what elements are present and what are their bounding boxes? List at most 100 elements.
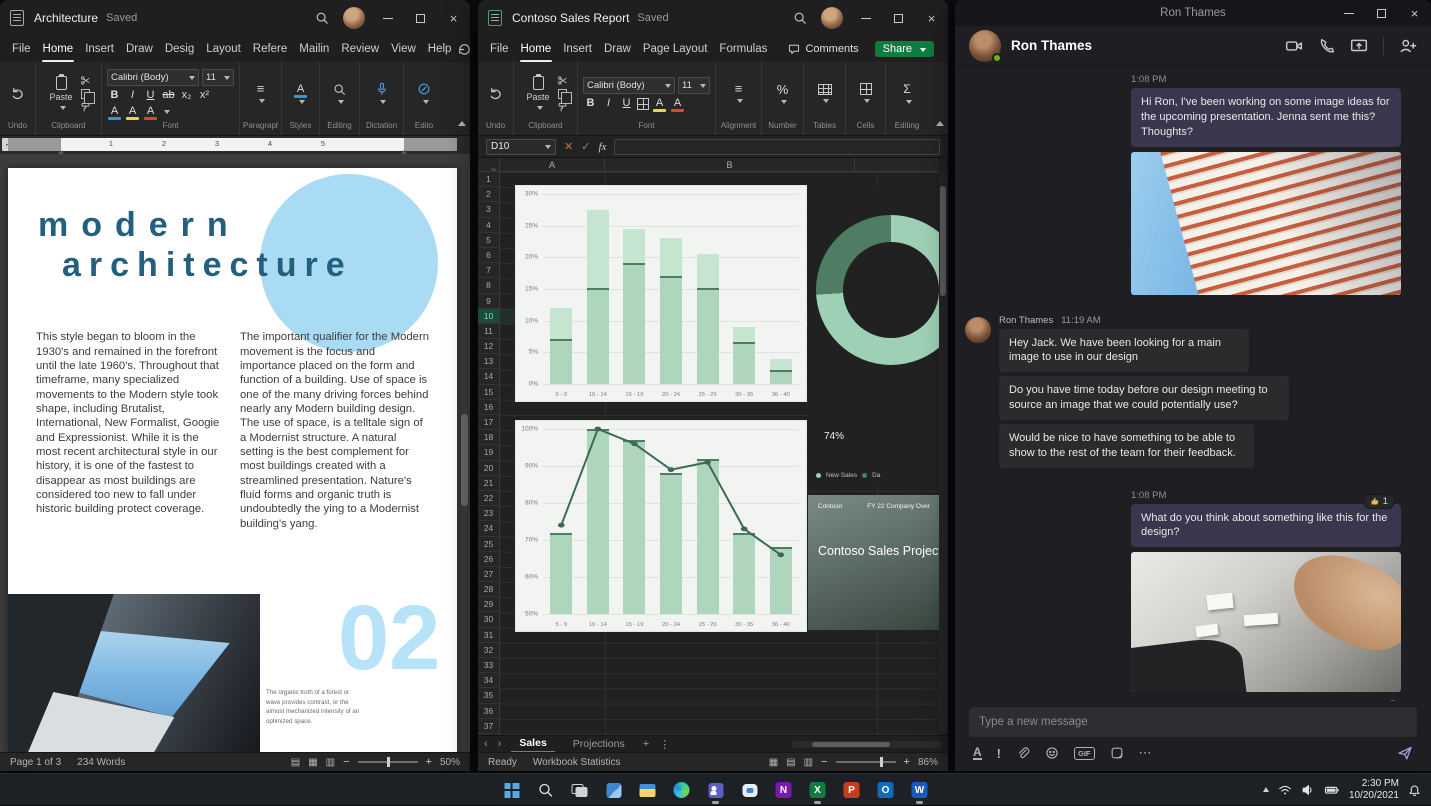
sheet-prev-icon[interactable]: ‹ [484,738,488,750]
cells-button[interactable] [851,83,881,104]
row-header[interactable]: 23 [478,506,499,521]
onenote-button[interactable]: N [770,777,797,804]
menu-tab-view[interactable]: View [385,36,422,62]
sender-avatar[interactable] [965,317,991,343]
close-button[interactable]: × [1398,0,1431,26]
row-header[interactable]: 24 [478,521,499,536]
copy-icon[interactable] [81,89,90,99]
row-header[interactable]: 9 [478,294,499,309]
architecture-photo[interactable] [8,594,260,752]
row-header[interactable]: 19 [478,445,499,460]
excel-horizontal-scrollbar[interactable] [792,741,942,748]
menu-tab-home[interactable]: Home [515,36,558,62]
avatar[interactable] [343,7,365,29]
row-header[interactable]: 30 [478,612,499,627]
row-header[interactable]: 31 [478,628,499,643]
share-button[interactable]: Share [875,41,934,57]
row-header[interactable]: 3 [478,202,499,217]
word-count[interactable]: 234 Words [77,757,125,768]
zoom-slider[interactable] [836,761,896,763]
row-header[interactable]: 6 [478,248,499,263]
menu-tab-file[interactable]: File [484,36,515,62]
send-icon[interactable] [1397,745,1413,761]
font-size-select[interactable]: 11 [678,77,710,94]
menu-tab-draw[interactable]: Draw [598,36,637,62]
menu-tab-formulas[interactable]: Formulas [713,36,773,62]
search-button[interactable] [532,777,559,804]
subscript-button[interactable]: x₂ [179,89,194,102]
minimize-button[interactable] [849,0,882,36]
message-bubble[interactable]: Do you have time today before our design… [999,376,1289,420]
zoom-slider[interactable] [358,761,418,763]
row-header[interactable]: 20 [478,461,499,476]
borders-icon[interactable] [637,98,649,110]
menu-tab-help[interactable]: Help [422,36,458,62]
indent-marker[interactable] [401,147,407,154]
menu-tab-mailin[interactable]: Mailin [293,36,335,62]
file-explorer-button[interactable] [634,777,661,804]
outlook-button[interactable]: O [872,777,899,804]
column-header[interactable]: B [605,158,855,172]
menu-tab-desig[interactable]: Desig [159,36,200,62]
text-effects-button[interactable]: A [107,105,122,118]
underline-button[interactable]: U [619,97,634,110]
row-header[interactable]: 21 [478,476,499,491]
menu-tab-review[interactable]: Review [335,36,385,62]
number-format-button[interactable]: % [768,83,798,105]
audio-call-icon[interactable] [1318,37,1335,54]
row-header[interactable]: 25 [478,537,499,552]
menu-tab-refere[interactable]: Refere [247,36,294,62]
font-color-button[interactable]: A [670,97,685,110]
word-ruler[interactable]: 12345 [8,138,457,151]
editor-button[interactable] [409,82,439,105]
row-header[interactable]: 28 [478,582,499,597]
building-facade-image[interactable] [1131,152,1401,295]
zoom-out-button[interactable]: − [343,756,349,768]
maximize-button[interactable] [404,0,437,36]
highlight-color-button[interactable]: A [125,105,140,118]
zoom-in-button[interactable]: + [426,756,432,768]
sheet-tab-sales[interactable]: Sales [511,736,554,753]
row-header[interactable]: 33 [478,658,499,673]
menu-tab-file[interactable]: File [6,36,37,62]
insert-function-icon[interactable]: fx [598,141,606,153]
attach-icon[interactable] [1016,746,1030,760]
row-header[interactable]: 13 [478,354,499,369]
close-button[interactable]: × [915,0,948,36]
message-bubble[interactable]: Hey Jack. We have been looking for a mai… [999,329,1249,373]
menu-tab-insert[interactable]: Insert [79,36,120,62]
sheet-next-icon[interactable]: › [498,738,502,750]
maximize-button[interactable] [882,0,915,36]
menu-tab-home[interactable]: Home [37,36,80,62]
select-all-corner[interactable] [478,158,500,172]
reaction-badge[interactable]: 1 [1363,494,1395,509]
powerpoint-button[interactable]: P [838,777,865,804]
zoom-level[interactable]: 86% [918,757,938,768]
row-header[interactable]: 16 [478,400,499,415]
task-view-button[interactable] [566,777,593,804]
column-header[interactable]: A [500,158,605,172]
chat-button[interactable] [736,777,763,804]
page-layout-icon[interactable]: ▤ [786,757,795,768]
menu-tab-page-layout[interactable]: Page Layout [637,36,714,62]
sticker-icon[interactable] [1110,746,1124,760]
row-header[interactable]: 15 [478,385,499,400]
document-page[interactable]: modern architecture This style began to … [8,168,457,752]
row-header[interactable]: 22 [478,491,499,506]
superscript-button[interactable]: x² [197,89,212,102]
screen-share-icon[interactable] [1350,37,1368,55]
zoom-out-button[interactable]: − [821,756,827,768]
wifi-icon[interactable] [1278,783,1292,797]
tab-options-icon[interactable]: ⋮ [659,738,670,751]
excel-vertical-scrollbar[interactable] [939,172,947,733]
row-header[interactable]: 36 [478,704,499,719]
row-header[interactable]: 18 [478,430,499,445]
chat-area[interactable]: 1:08 PM Hi Ron, I've been working on som… [955,66,1431,701]
cancel-icon[interactable]: ✕ [564,140,573,153]
row-header[interactable]: 5 [478,233,499,248]
formula-input[interactable] [614,139,940,155]
catch-up-icon[interactable] [457,42,470,57]
row-header[interactable]: 37 [478,719,499,734]
font-color-button[interactable]: A [143,105,158,118]
priority-icon[interactable]: ! [997,746,1001,761]
